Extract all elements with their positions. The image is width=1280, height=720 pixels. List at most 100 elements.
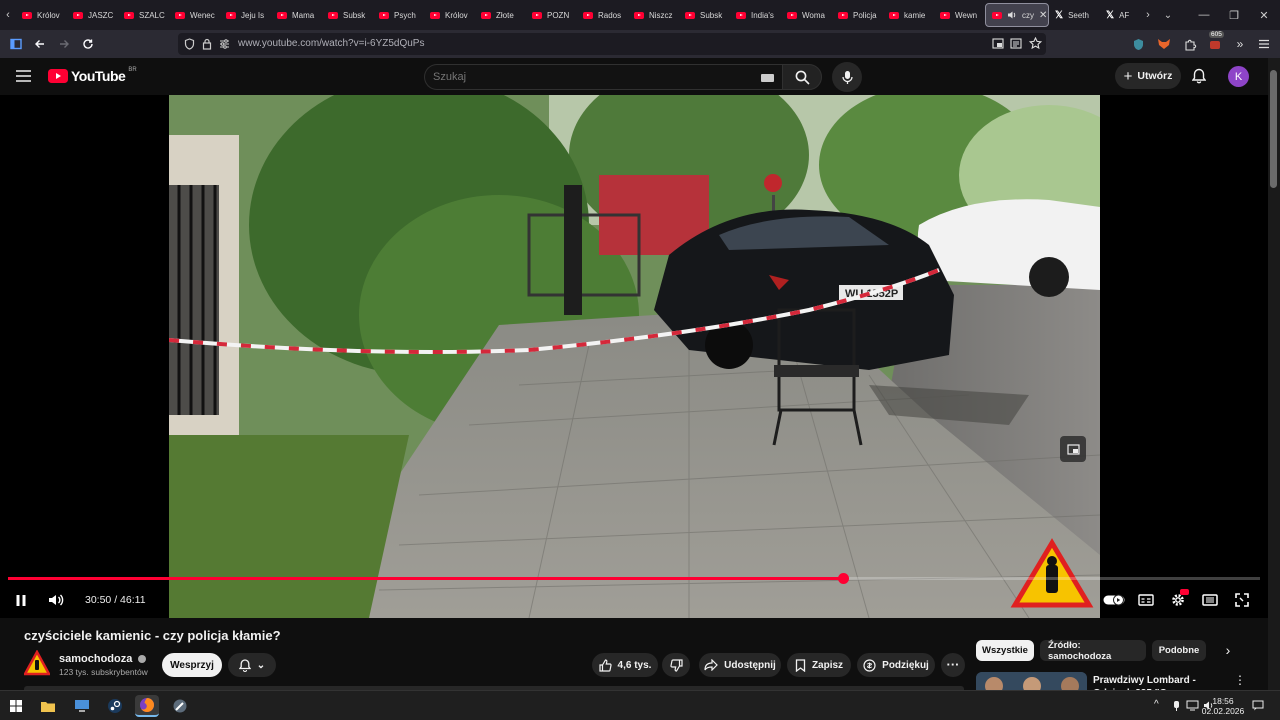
browser-tab[interactable]: Królov	[16, 3, 67, 27]
browser-tab[interactable]: Niszcz	[628, 3, 679, 27]
hamburger-menu-icon[interactable]	[16, 70, 31, 82]
display-icon[interactable]	[1186, 700, 1199, 711]
recommendation-thumbnail[interactable]	[976, 672, 1087, 690]
share-button[interactable]: Udostępnij	[699, 653, 781, 677]
reload-icon[interactable]	[78, 34, 98, 54]
settings-button[interactable]	[1166, 588, 1190, 612]
taskbar-app-tool[interactable]	[168, 695, 192, 717]
more-actions-button[interactable]: ···	[941, 653, 965, 677]
recommendation-menu-icon[interactable]: ⋮	[1234, 674, 1246, 686]
pause-button[interactable]	[9, 588, 33, 612]
browser-tab[interactable]: Wenec	[169, 3, 220, 27]
extension-vpn-icon[interactable]	[1128, 34, 1148, 54]
youtube-logo[interactable]: YouTube BR	[48, 67, 137, 84]
lock-icon[interactable]	[202, 38, 212, 50]
autoplay-toggle[interactable]	[1102, 588, 1126, 612]
shield-icon[interactable]	[184, 38, 195, 50]
tray-chevron-icon[interactable]: ^	[1154, 699, 1159, 710]
taskbar-app-monitor[interactable]	[70, 695, 94, 717]
tab-scroll-right-icon[interactable]: ›	[1140, 9, 1156, 21]
start-button[interactable]	[4, 695, 28, 717]
browser-tab[interactable]: Mama	[271, 3, 322, 27]
channel-avatar[interactable]	[24, 650, 50, 676]
browser-tab[interactable]: Psych	[373, 3, 424, 27]
extensions-puzzle-icon[interactable]	[1180, 34, 1200, 54]
channel-name[interactable]: samochodoza	[59, 653, 147, 665]
active-tab[interactable]: czy ✕	[985, 3, 1049, 27]
taskbar-firefox[interactable]	[135, 695, 159, 717]
progress-bar[interactable]	[8, 573, 1260, 584]
sidebar-toggle-icon[interactable]	[6, 34, 26, 54]
recommendation-title[interactable]: Prawdziwy Lombard - Odcinek 335 "Cena za…	[1093, 674, 1228, 690]
speaker-icon[interactable]	[1007, 10, 1017, 20]
keyboard-icon[interactable]	[761, 74, 774, 82]
browser-tab[interactable]: kamie	[883, 3, 934, 27]
like-button[interactable]: 4,6 tys.	[592, 653, 658, 677]
url-bar[interactable]: www.youtube.com/watch?v=i-6YZ5dQuPs	[178, 33, 1046, 55]
video-player[interactable]: WU 1552P 30:50 / 46:11	[0, 95, 1268, 618]
browser-tab[interactable]: Subsk	[679, 3, 730, 27]
chevron-down-icon[interactable]: ⌄	[1156, 10, 1180, 21]
picture-in-picture-button[interactable]	[1060, 436, 1086, 462]
theater-mode-button[interactable]	[1198, 588, 1222, 612]
browser-tab[interactable]: Policja	[832, 3, 883, 27]
extension-fox-icon[interactable]	[1154, 34, 1174, 54]
volume-button[interactable]	[44, 588, 68, 612]
tab-scroll-left-icon[interactable]: ‹	[0, 9, 16, 21]
chip-related[interactable]: Podobne	[1152, 640, 1206, 661]
browser-tab[interactable]: Subsk	[322, 3, 373, 27]
close-window-icon[interactable]: ✕	[1248, 0, 1280, 30]
chips-next-icon[interactable]: ›	[1220, 642, 1236, 660]
picture-in-picture-icon[interactable]	[992, 38, 1004, 49]
tab-x-1[interactable]: 𝕏 Seeth	[1049, 3, 1100, 27]
fullscreen-button[interactable]	[1230, 588, 1254, 612]
create-button[interactable]: + Utwórz	[1115, 63, 1181, 89]
search-button[interactable]	[782, 64, 822, 90]
subtitles-button[interactable]	[1134, 588, 1158, 612]
browser-tab[interactable]: India's	[730, 3, 781, 27]
subscription-notifications-button[interactable]: ⌄	[228, 653, 276, 677]
back-icon[interactable]	[30, 34, 50, 54]
notification-center-icon[interactable]	[1252, 700, 1264, 711]
scrollbar-thumb[interactable]	[1270, 70, 1277, 188]
overflow-chevron-icon[interactable]: »	[1230, 34, 1250, 54]
extension-badge-icon[interactable]: 605	[1205, 31, 1225, 54]
browser-tab[interactable]: Złote	[475, 3, 526, 27]
browser-tab[interactable]: Rados	[577, 3, 628, 27]
taskbar-steam[interactable]	[103, 695, 127, 717]
page-scrollbar[interactable]	[1268, 58, 1280, 690]
permissions-icon[interactable]	[219, 39, 230, 49]
browser-tab[interactable]: Woma	[781, 3, 832, 27]
search-input[interactable]	[433, 68, 753, 86]
thanks-button[interactable]: Podziękuj	[857, 653, 935, 677]
progress-scrubber[interactable]	[838, 573, 850, 584]
dislike-button[interactable]	[662, 653, 690, 677]
url-text[interactable]: www.youtube.com/watch?v=i-6YZ5dQuPs	[238, 38, 424, 49]
browser-tab[interactable]: Królov	[424, 3, 475, 27]
bookmark-star-icon[interactable]	[1029, 37, 1042, 50]
browser-tab[interactable]: POZN	[526, 3, 577, 27]
app-menu-icon[interactable]	[1254, 34, 1274, 54]
video-frame[interactable]: WU 1552P	[169, 95, 1100, 618]
save-button[interactable]: Zapisz	[787, 653, 851, 677]
browser-tab[interactable]: Jeju Is	[220, 3, 271, 27]
avatar[interactable]: K	[1228, 66, 1249, 87]
search-box[interactable]	[424, 64, 782, 90]
network-icon[interactable]	[1171, 700, 1182, 712]
voice-search-button[interactable]	[832, 62, 862, 92]
chip-source[interactable]: Źródło: samochodoza	[1040, 640, 1146, 662]
minimize-icon[interactable]: —	[1188, 0, 1220, 30]
system-clock[interactable]: 18:56 02.02.2026	[1200, 696, 1246, 716]
support-button[interactable]: Wesprzyj	[162, 653, 222, 677]
restore-icon[interactable]: ❐	[1218, 0, 1250, 30]
reader-view-icon[interactable]	[1010, 38, 1022, 49]
chip-all[interactable]: Wszystkie	[976, 640, 1034, 661]
channel-name-text[interactable]: samochodoza	[59, 653, 132, 665]
browser-tab[interactable]: Wewn	[934, 3, 985, 27]
close-tab-icon[interactable]: ✕	[1039, 10, 1047, 21]
taskbar-file-explorer[interactable]	[36, 695, 60, 717]
tab-x-2[interactable]: 𝕏 AF	[1100, 3, 1140, 27]
forward-icon[interactable]	[54, 34, 74, 54]
browser-tab[interactable]: SZALC	[118, 3, 169, 27]
notifications-bell-icon[interactable]	[1192, 68, 1206, 84]
